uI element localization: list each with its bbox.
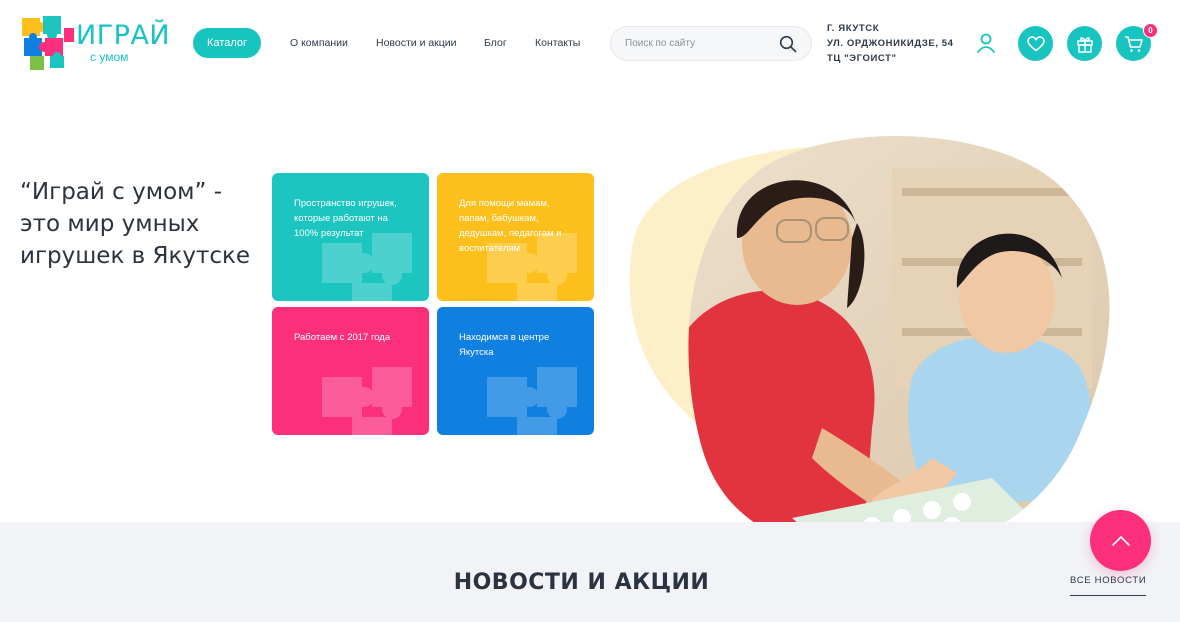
logo[interactable]: ИГРАЙ с умом (20, 14, 170, 72)
store-address: Г. ЯКУТСК УЛ. ОРДЖОНИКИДЗЕ, 54 ТЦ "ЭГОИС… (827, 21, 954, 66)
news-section-title: НОВОСТИ И АКЦИИ (453, 570, 710, 595)
search-input[interactable] (625, 27, 775, 60)
nav-contacts[interactable]: Контакты (535, 37, 580, 49)
favorites-button[interactable] (1018, 26, 1053, 61)
catalog-button[interactable]: Каталог (193, 28, 261, 58)
cart-count-badge: 0 (1143, 23, 1158, 38)
feature-tile-since: Работаем с 2017 года (272, 307, 429, 435)
tile-text: Для помощи мамам, папам, бабушкам, дедуш… (459, 198, 562, 254)
address-mall: ТЦ "ЭГОИСТ" (827, 53, 897, 64)
feature-tile-location: Находимся в центре Якутска (437, 307, 594, 435)
search-icon[interactable] (779, 35, 797, 53)
puzzle-logo-icon (22, 16, 74, 70)
hero-photo (629, 135, 1110, 557)
feature-tile-audience: Для помощи мамам, папам, бабушкам, дедуш… (437, 173, 594, 301)
chevron-up-icon (1111, 535, 1130, 546)
brand-tagline: с умом (90, 50, 129, 64)
site-header: ИГРАЙ с умом Каталог О компании Новости … (0, 0, 1180, 90)
address-street: УЛ. ОРДЖОНИКИДЗЕ, 54 (827, 38, 954, 49)
search-box (610, 26, 812, 61)
puzzle-pattern-icon (487, 367, 577, 435)
tile-text: Работаем с 2017 года (294, 332, 391, 343)
tile-text: Пространство игрушек, которые работают н… (294, 198, 397, 239)
nav-blog[interactable]: Блог (484, 37, 507, 49)
tile-text: Находимся в центре Якутска (459, 332, 550, 358)
gift-icon (1076, 36, 1093, 53)
puzzle-pattern-icon (322, 367, 412, 435)
nav-news[interactable]: Новости и акции (376, 37, 457, 49)
gifts-button[interactable] (1067, 26, 1102, 61)
cart-icon (1124, 35, 1143, 52)
scroll-top-button[interactable] (1090, 510, 1151, 571)
all-news-link[interactable]: ВСЕ НОВОСТИ (1070, 575, 1147, 596)
feature-tile-results: Пространство игрушек, которые работают н… (272, 173, 429, 301)
brand-name: ИГРАЙ (76, 20, 171, 51)
heart-icon (1026, 35, 1045, 52)
hero-title: “Играй с умом” - это мир умных игрушек в… (20, 179, 251, 269)
nav-about[interactable]: О компании (290, 37, 348, 49)
user-icon[interactable] (976, 32, 996, 54)
address-city: Г. ЯКУТСК (827, 23, 880, 34)
